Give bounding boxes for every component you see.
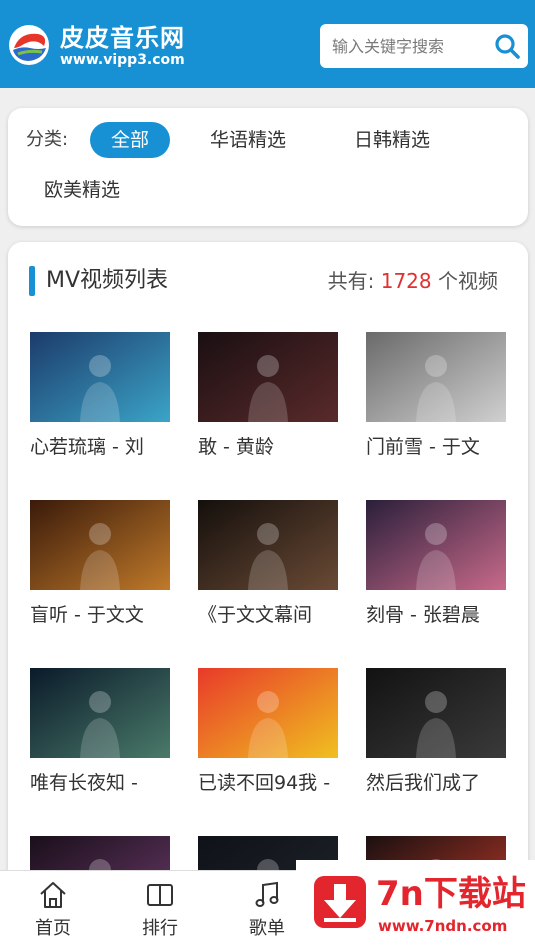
category-western[interactable]: 欧美精选: [44, 178, 120, 202]
mv-list-panel: MV视频列表 共有: 1728 个视频 心若琉璃 - 刘敢 - 黄龄 门前雪 - …: [8, 242, 528, 926]
video-count: 共有: 1728 个视频: [328, 266, 498, 296]
nav-ranking[interactable]: 排行: [130, 879, 190, 941]
logo-icon[interactable]: [8, 24, 50, 66]
category-panel: 分类: 全部 华语精选 日韩精选 欧美精选: [8, 108, 528, 226]
video-title[interactable]: 门前雪 - 于文: [366, 434, 514, 460]
search-box: [320, 24, 528, 68]
video-title[interactable]: 刻骨 - 张碧晨: [366, 602, 514, 628]
download-badge: [314, 876, 366, 928]
video-thumbnail[interactable]: [198, 500, 338, 590]
site-title[interactable]: 皮皮音乐网: [60, 24, 185, 52]
count-prefix: 共有:: [327, 269, 375, 293]
search-button[interactable]: [492, 31, 522, 61]
watermark-url: www.7ndn.com: [378, 917, 508, 935]
watermark-title: 7n下载站: [376, 874, 526, 914]
video-thumbnail[interactable]: [30, 668, 170, 758]
video-thumbnail[interactable]: [30, 500, 170, 590]
nav-home-label: 首页: [35, 918, 71, 939]
video-thumbnail[interactable]: [30, 332, 170, 422]
video-title[interactable]: 唯有长夜知 -: [30, 770, 178, 796]
video-item[interactable]: 然后我们成了: [366, 668, 506, 796]
video-thumbnail[interactable]: [198, 332, 338, 422]
watermark: 7n下载站 www.7ndn.com: [296, 860, 535, 951]
section-accent-bar: [29, 266, 35, 296]
video-item[interactable]: 门前雪 - 于文: [366, 332, 506, 460]
nav-home[interactable]: 首页: [23, 879, 83, 941]
video-item[interactable]: 刻骨 - 张碧晨: [366, 500, 506, 628]
nav-playlist-label: 歌单: [249, 918, 285, 939]
video-title[interactable]: 敢 - 黄龄: [198, 434, 346, 460]
video-title[interactable]: 《于文文幕间: [198, 602, 346, 628]
download-arrow-icon: [324, 884, 356, 922]
nav-ranking-label: 排行: [142, 918, 178, 939]
video-thumbnail[interactable]: [366, 668, 506, 758]
category-japan-korea[interactable]: 日韩精选: [354, 128, 430, 152]
video-title[interactable]: 然后我们成了: [366, 770, 514, 796]
video-title[interactable]: 已读不回94我 -: [198, 770, 346, 796]
category-all[interactable]: 全部: [90, 122, 171, 158]
video-item[interactable]: 《于文文幕间: [198, 500, 338, 628]
category-label: 分类:: [26, 129, 69, 150]
video-title[interactable]: 心若琉璃 - 刘: [30, 434, 178, 460]
nav-playlist[interactable]: 歌单: [237, 879, 297, 941]
video-item[interactable]: 唯有长夜知 -: [30, 668, 170, 796]
search-input[interactable]: [320, 24, 486, 68]
video-thumbnail[interactable]: [366, 332, 506, 422]
search-icon: [495, 34, 520, 59]
category-chinese[interactable]: 华语精选: [210, 128, 286, 152]
music-note-icon: [255, 881, 279, 907]
book-icon: [147, 884, 173, 906]
video-item[interactable]: 盲听 - 于文文: [30, 500, 170, 628]
video-thumbnail[interactable]: [366, 500, 506, 590]
header-bar: 皮皮音乐网 www.vipp3.com: [0, 0, 535, 88]
count-number: 1728: [380, 269, 432, 293]
video-item[interactable]: 已读不回94我 -: [198, 668, 338, 796]
video-item[interactable]: 敢 - 黄龄: [198, 332, 338, 460]
video-title[interactable]: 盲听 - 于文文: [30, 602, 178, 628]
home-icon: [40, 882, 66, 908]
video-item[interactable]: 心若琉璃 - 刘: [30, 332, 170, 460]
count-suffix: 个视频: [438, 269, 498, 293]
site-url: www.vipp3.com: [60, 52, 185, 68]
video-thumbnail[interactable]: [198, 668, 338, 758]
section-title: MV视频列表: [46, 268, 169, 293]
